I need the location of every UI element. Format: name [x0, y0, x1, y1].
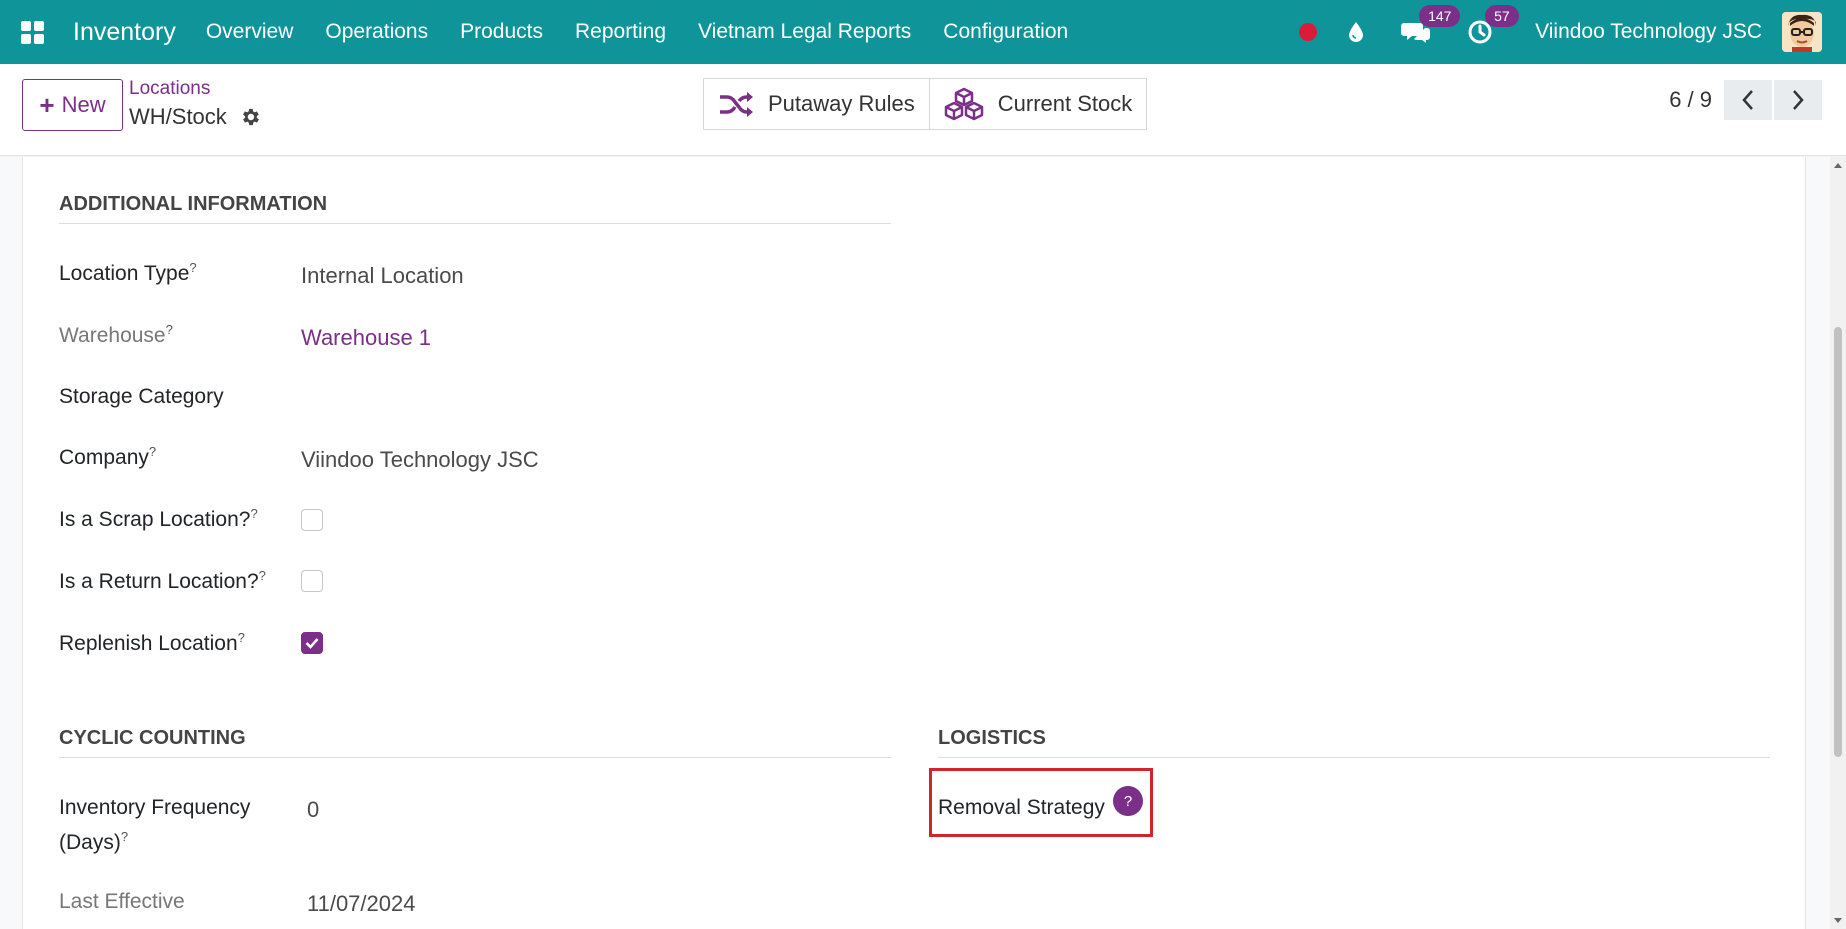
cyclic-counting-title: CYCLIC COUNTING — [59, 727, 891, 758]
chevron-left-icon — [1742, 90, 1753, 110]
messages-count-badge: 147 — [1419, 5, 1461, 27]
record-title: WH/Stock — [129, 104, 227, 129]
company-label-text: Company — [59, 446, 149, 469]
gear-icon[interactable] — [239, 106, 261, 128]
replenish-location-label: Replenish Location? — [59, 630, 245, 656]
scrap-location-label-text: Is a Scrap Location? — [59, 508, 251, 531]
scrap-location-checkbox[interactable] — [301, 509, 323, 531]
menu-products[interactable]: Products — [444, 20, 559, 44]
activities-count-badge: 57 — [1485, 5, 1519, 27]
top-navbar: Inventory Overview Operations Products R… — [0, 0, 1846, 64]
shuffle-icon — [720, 92, 753, 117]
scroll-down-arrow-icon[interactable] — [1834, 918, 1842, 923]
last-effective-label: Last Effective — [59, 890, 185, 913]
return-location-label-text: Is a Return Location? — [59, 570, 259, 593]
help-marker[interactable]: ? — [250, 506, 257, 521]
scrap-location-label: Is a Scrap Location?? — [59, 506, 258, 532]
recording-dot-icon[interactable] — [1299, 23, 1318, 41]
help-marker[interactable]: ? — [189, 260, 196, 275]
breadcrumb-current: WH/Stock — [129, 104, 261, 130]
pager-next-button[interactable] — [1774, 80, 1822, 120]
pager-previous-button[interactable] — [1724, 80, 1772, 120]
checkmark-icon — [305, 638, 319, 649]
new-button[interactable]: + New — [22, 79, 123, 131]
menu-configuration[interactable]: Configuration — [927, 20, 1084, 44]
scrollbar-thumb[interactable] — [1834, 327, 1842, 757]
warehouse-label-text: Warehouse — [59, 324, 166, 347]
inventory-frequency-label-line1: Inventory Frequency — [59, 796, 251, 819]
apps-menu-icon[interactable] — [0, 0, 64, 64]
help-marker[interactable]: ? — [121, 829, 128, 844]
messages-icon[interactable]: 147 — [1401, 5, 1461, 45]
app-title[interactable]: Inventory — [73, 18, 176, 47]
chevron-right-icon — [1793, 90, 1804, 110]
storage-category-label: Storage Category — [59, 385, 224, 408]
warehouse-label: Warehouse? — [59, 322, 173, 348]
warehouse-link[interactable]: Warehouse 1 — [301, 325, 431, 351]
last-effective-value[interactable]: 11/07/2024 — [307, 891, 415, 917]
breadcrumb: Locations WH/Stock — [129, 78, 261, 130]
help-marker[interactable]: ? — [166, 322, 173, 337]
menu-operations[interactable]: Operations — [309, 20, 444, 44]
inventory-frequency-label-line2: (Days)? — [59, 829, 128, 855]
form-view — [0, 157, 1846, 929]
plus-icon: + — [39, 89, 55, 120]
help-marker[interactable]: ? — [238, 630, 245, 645]
new-button-label: New — [61, 92, 106, 117]
removal-strategy-help-button[interactable]: ? — [1113, 786, 1143, 816]
putaway-rules-label: Putaway Rules — [768, 91, 915, 116]
breadcrumb-locations-link[interactable]: Locations — [129, 78, 261, 100]
location-type-label-text: Location Type — [59, 262, 190, 285]
company-switcher[interactable]: Viindoo Technology JSC — [1535, 20, 1762, 44]
location-type-label: Location Type? — [59, 260, 197, 286]
menu-reporting[interactable]: Reporting — [559, 20, 682, 44]
putaway-rules-button[interactable]: Putaway Rules — [703, 78, 930, 130]
return-location-label: Is a Return Location?? — [59, 568, 266, 594]
drop-icon[interactable] — [1347, 20, 1365, 44]
main-menu: Overview Operations Products Reporting V… — [190, 20, 1084, 44]
inventory-frequency-value[interactable]: 0 — [307, 797, 319, 823]
menu-overview[interactable]: Overview — [190, 20, 310, 44]
cubes-icon — [944, 87, 983, 121]
location-type-value[interactable]: Internal Location — [301, 263, 464, 289]
return-location-checkbox[interactable] — [301, 570, 323, 592]
scroll-up-arrow-icon[interactable] — [1834, 163, 1842, 168]
replenish-location-label-text: Replenish Location — [59, 632, 238, 655]
form-sheet — [22, 157, 1806, 929]
help-marker[interactable]: ? — [149, 444, 156, 459]
user-avatar[interactable] — [1782, 12, 1822, 52]
current-stock-label: Current Stock — [997, 91, 1133, 116]
additional-information-title: ADDITIONAL INFORMATION — [59, 193, 891, 224]
activities-clock-icon[interactable]: 57 — [1467, 5, 1519, 45]
current-stock-button[interactable]: Current Stock — [929, 78, 1148, 130]
inventory-frequency-unit-text: (Days) — [59, 831, 121, 854]
menu-vietnam-legal-reports[interactable]: Vietnam Legal Reports — [682, 20, 927, 44]
company-value[interactable]: Viindoo Technology JSC — [301, 447, 539, 473]
control-panel: + New Locations WH/Stock Putaway Rules C… — [0, 64, 1846, 156]
smart-buttons: Putaway Rules Current Stock — [703, 78, 1148, 130]
pager: 6 / 9 — [1669, 80, 1822, 120]
help-marker[interactable]: ? — [259, 568, 266, 583]
company-label: Company? — [59, 444, 156, 470]
pager-value[interactable]: 6 / 9 — [1669, 87, 1712, 113]
navbar-systray: 147 57 Viindoo Technology JSC — [1299, 0, 1846, 64]
replenish-location-checkbox[interactable] — [301, 632, 323, 654]
logistics-title: LOGISTICS — [938, 727, 1770, 758]
vertical-scrollbar[interactable] — [1830, 157, 1846, 929]
